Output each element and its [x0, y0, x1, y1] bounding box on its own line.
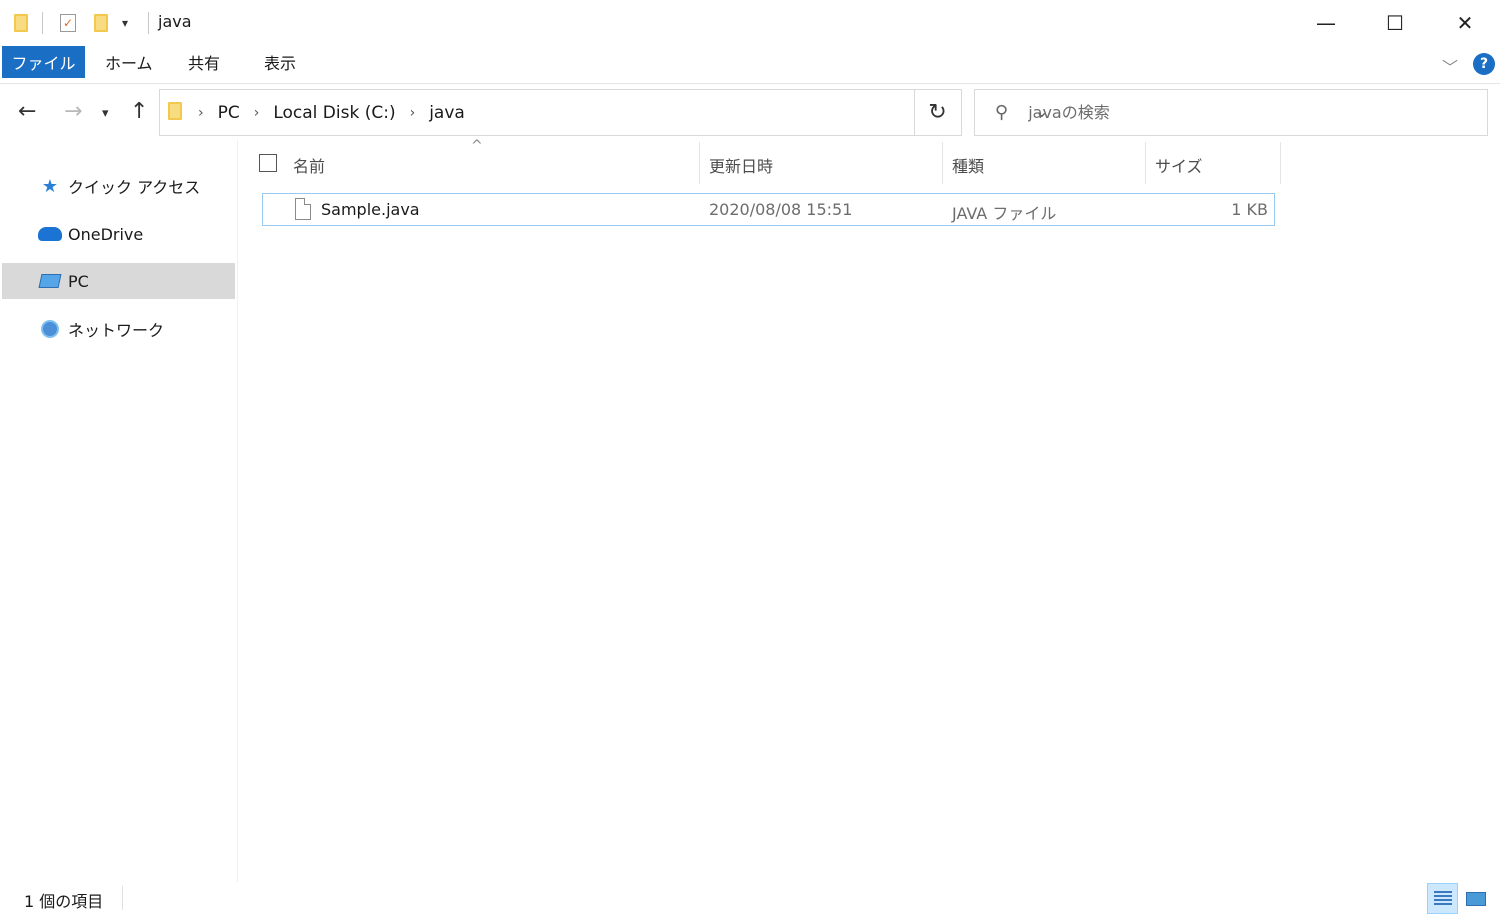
file-icon [295, 198, 311, 220]
column-header-name[interactable]: 名前 [293, 146, 325, 184]
tab-view[interactable]: 表示 [264, 46, 296, 78]
refresh-icon: ↻ [928, 100, 947, 125]
cloud-icon [36, 227, 64, 241]
status-item-count: 1 個の項目 [24, 892, 104, 911]
search-input[interactable] [1028, 103, 1449, 122]
minimize-button[interactable]: — [1291, 0, 1361, 46]
sidebar-item-label: クイック アクセス [68, 178, 201, 197]
details-view-icon [1433, 890, 1452, 907]
search-box[interactable]: ⚲ [974, 89, 1488, 136]
large-icons-view-button[interactable] [1460, 883, 1491, 914]
new-folder-icon[interactable] [94, 10, 108, 36]
network-icon [36, 320, 64, 338]
breadcrumb-separator-icon[interactable]: › [198, 105, 204, 121]
file-size: 1 KB [1231, 200, 1268, 219]
status-divider [122, 886, 123, 910]
maximize-button[interactable]: ☐ [1360, 0, 1430, 46]
breadcrumb-separator-icon[interactable]: › [254, 105, 260, 121]
address-folder-icon [168, 101, 182, 124]
window-title: java [158, 12, 192, 31]
ribbon: ファイル ホーム 共有 表示 ﹀ ? [0, 46, 1500, 84]
sort-ascending-icon: ^ [471, 138, 483, 154]
large-icons-view-icon [1465, 891, 1486, 906]
title-bar: ✓ ▾ java — ☐ ✕ [0, 0, 1500, 46]
star-icon: ★ [41, 175, 59, 197]
file-modified: 2020/08/08 15:51 [709, 200, 853, 219]
file-name: Sample.java [321, 200, 420, 219]
column-divider[interactable] [1280, 142, 1281, 184]
address-bar[interactable]: › PC › Local Disk (C:) › java ⌄ [159, 89, 1048, 136]
navigation-pane: ★ クイック アクセス OneDrive PC ネットワーク [0, 140, 238, 882]
sidebar-item-quick-access[interactable]: ★ クイック アクセス [2, 168, 235, 204]
recent-locations-chevron-icon[interactable]: ▾ [102, 100, 109, 128]
up-arrow-icon[interactable]: ↑ [130, 98, 148, 126]
column-header-size[interactable]: サイズ [1155, 146, 1203, 184]
sidebar-item-label: OneDrive [68, 224, 144, 244]
ribbon-expand-chevron-icon[interactable]: ﹀ [1442, 54, 1458, 78]
breadcrumb-java[interactable]: java [429, 103, 465, 123]
tab-file[interactable]: ファイル [2, 46, 85, 78]
toolbar-divider [42, 12, 43, 34]
sidebar-item-label: PC [68, 271, 89, 291]
title-divider [148, 12, 149, 34]
help-icon[interactable]: ? [1473, 53, 1495, 75]
select-all-checkbox[interactable] [259, 154, 277, 172]
column-divider[interactable] [699, 142, 700, 184]
breadcrumb-separator-icon[interactable]: › [410, 105, 416, 121]
table-row[interactable]: Sample.java 2020/08/08 15:51 JAVA ファイル 1… [262, 193, 1275, 226]
sidebar-item-label: ネットワーク [68, 321, 165, 340]
forward-arrow-icon[interactable]: → [64, 98, 82, 126]
file-type: JAVA ファイル [952, 204, 1057, 223]
sidebar-item-network[interactable]: ネットワーク [2, 311, 235, 347]
search-icon: ⚲ [995, 102, 1009, 123]
sidebar-item-onedrive[interactable]: OneDrive [2, 216, 235, 252]
close-button[interactable]: ✕ [1430, 0, 1500, 46]
tab-share[interactable]: 共有 [188, 46, 220, 78]
details-view-button[interactable] [1427, 883, 1458, 914]
refresh-button[interactable]: ↻ [914, 89, 962, 136]
column-header-type[interactable]: 種類 [952, 146, 984, 184]
pc-icon [36, 274, 64, 288]
tab-home[interactable]: ホーム [105, 46, 153, 78]
customize-quick-access-icon[interactable]: ▾ [122, 10, 128, 36]
breadcrumb-pc[interactable]: PC [218, 103, 240, 123]
column-divider[interactable] [1145, 142, 1146, 184]
properties-icon[interactable]: ✓ [60, 10, 76, 36]
back-arrow-icon[interactable]: ← [18, 98, 36, 126]
sidebar-item-pc[interactable]: PC [2, 263, 235, 299]
breadcrumb-local-disk[interactable]: Local Disk (C:) [273, 103, 395, 123]
folder-icon [14, 10, 28, 36]
column-divider[interactable] [942, 142, 943, 184]
column-header-modified[interactable]: 更新日時 [709, 146, 773, 184]
